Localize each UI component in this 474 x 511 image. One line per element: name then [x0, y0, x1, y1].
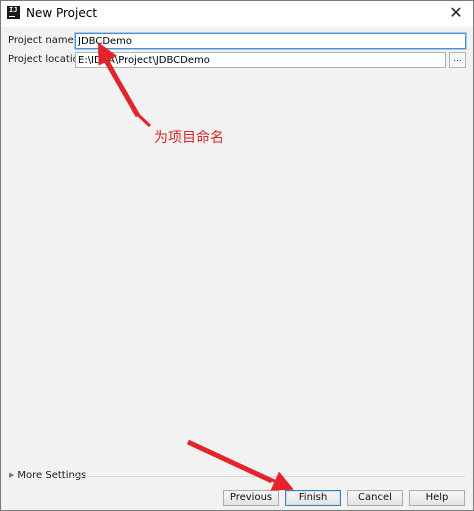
- arrow-to-name-field: [98, 42, 152, 128]
- arrow-shaft-lower: [186, 439, 274, 484]
- arrow-shaft-upper: [97, 48, 141, 118]
- annotation-arrows: [97, 42, 294, 491]
